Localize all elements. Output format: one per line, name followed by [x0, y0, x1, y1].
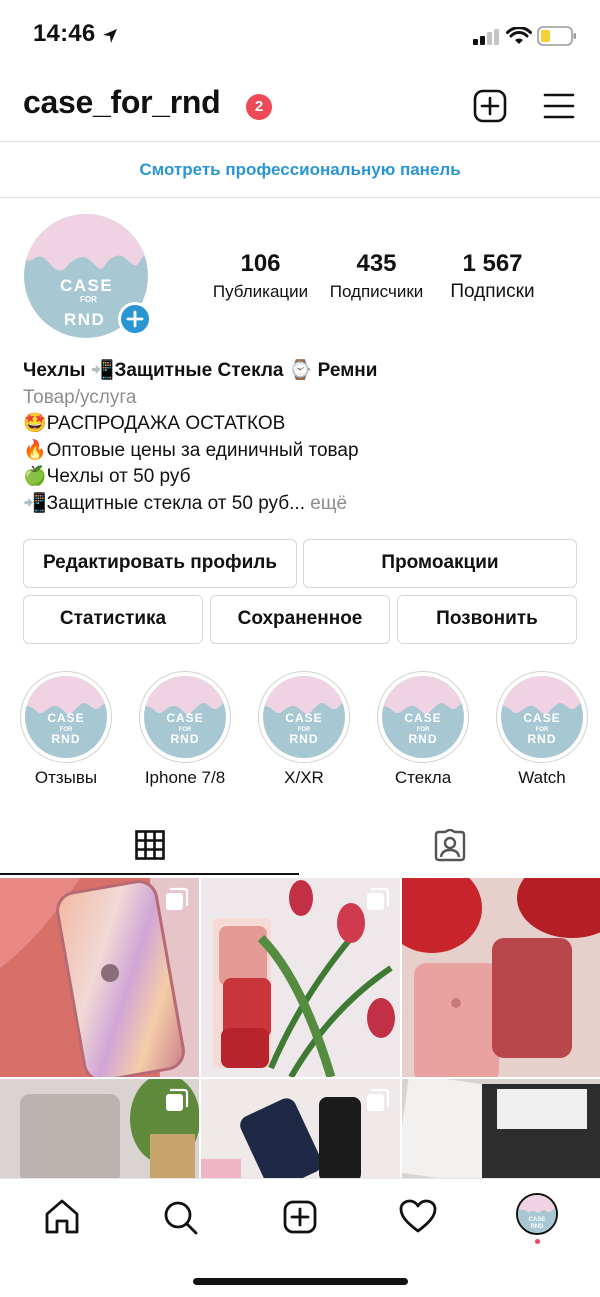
profile-notification-dot [535, 1239, 540, 1244]
highlight-ring: CASE FOR RND [20, 671, 112, 763]
svg-text:RND: RND [531, 1224, 545, 1230]
svg-text:RND: RND [409, 732, 438, 746]
svg-text:CASE: CASE [47, 711, 84, 725]
location-arrow-icon [103, 29, 117, 43]
menu-icon[interactable] [543, 92, 575, 120]
svg-text:RND: RND [171, 732, 200, 746]
bio-more-link[interactable]: ещё [305, 493, 347, 514]
professional-dashboard-link[interactable]: Смотреть профессиональную панель [0, 143, 600, 198]
avatar-text-case: CASE [60, 276, 114, 295]
profile-header: case_for_rnd 2 [0, 70, 600, 142]
grid-icon[interactable] [135, 830, 165, 860]
home-indicator[interactable] [193, 1278, 408, 1285]
highlight-cover: CASEFORRND [501, 676, 583, 758]
highlight-label: X/XR [284, 768, 324, 787]
stat-followers-value: 435 [356, 250, 397, 277]
bio-name: Чехлы 📲Защитные Стекла ⌚️ Ремни [23, 360, 378, 381]
avatar-text-rnd: RND [64, 310, 106, 329]
svg-text:CASE: CASE [529, 1217, 546, 1223]
highlight-reviews[interactable]: CASE FOR RND Отзывы [18, 671, 114, 788]
avatar-text-for: FOR [80, 295, 97, 304]
search-icon[interactable] [160, 1197, 200, 1237]
profile-tabs [0, 815, 600, 875]
notification-badge[interactable]: 2 [246, 94, 272, 120]
stat-following-label: Подписки [450, 281, 535, 302]
highlight-ring: CASE FOR RND [496, 671, 588, 763]
stat-followers-label: Подписчики [329, 282, 424, 301]
highlight-ring: CASE FOR RND [258, 671, 350, 763]
profile-bio: Чехлы 📲Защитные Стекла ⌚️ Ремни Товар/ус… [23, 358, 583, 517]
saved-button[interactable]: Сохраненное [210, 595, 390, 644]
highlight-label: Iphone 7/8 [144, 768, 226, 787]
bio-line: 🔥Оптовые цены за единичный товар [23, 439, 359, 461]
profile-avatar-icon[interactable]: CASE RND [516, 1193, 558, 1235]
bio-category: Товар/услуга [23, 386, 137, 408]
highlight-watch[interactable]: CASE FOR RND Watch [494, 671, 590, 788]
status-bar: 14:46 [0, 0, 600, 70]
svg-text:CASE: CASE [285, 711, 322, 725]
svg-text:RND: RND [528, 732, 557, 746]
carousel-icon [166, 887, 189, 910]
svg-text:CASE: CASE [523, 711, 560, 725]
plus-icon [126, 310, 144, 328]
highlight-label: Стекла [394, 768, 452, 787]
stat-followers[interactable]: 435 Подписчики [324, 250, 429, 302]
posts-grid [0, 878, 600, 1178]
post-tile[interactable] [402, 878, 600, 1077]
post-tile[interactable] [402, 1079, 600, 1178]
battery-low-icon [537, 26, 576, 46]
svg-text:CASE: CASE [404, 711, 441, 725]
edit-profile-button[interactable]: Редактировать профиль [23, 539, 297, 588]
username[interactable]: case_for_rnd [23, 84, 221, 121]
promotions-button[interactable]: Промоакции [303, 539, 577, 588]
stat-posts-label: Публикации [212, 282, 309, 301]
clock: 14:46 [33, 20, 96, 47]
highlight-ring: CASE FOR RND [377, 671, 469, 763]
add-story-button[interactable] [118, 302, 152, 336]
tagged-icon[interactable] [433, 829, 467, 863]
highlight-cover: CASEFORRND [25, 676, 107, 758]
post-image [402, 878, 600, 1077]
highlight-iphone-7-8[interactable]: CASE FOR RND Iphone 7/8 [137, 671, 233, 788]
profile-avatar-thumb: CASERND [518, 1195, 556, 1233]
profile-stats: 106 Публикации 435 Подписчики 1 567 Подп… [200, 250, 600, 310]
carousel-icon [367, 1088, 390, 1111]
signal-icon [473, 29, 499, 45]
call-button[interactable]: Позвонить [397, 595, 577, 644]
bio-line: 📲Защитные стекла от 50 руб... [23, 492, 305, 514]
activity-heart-icon[interactable] [398, 1197, 438, 1237]
svg-text:RND: RND [52, 732, 81, 746]
bio-line: 🍏Чехлы от 50 руб [23, 466, 191, 487]
post-image [402, 1079, 600, 1178]
highlight-glass[interactable]: CASE FOR RND Стекла [375, 671, 471, 788]
highlight-label: Отзывы [34, 768, 98, 787]
carousel-icon [367, 887, 390, 910]
svg-text:CASE: CASE [166, 711, 203, 725]
wifi-icon [506, 27, 532, 44]
highlight-cover: CASEFORRND [263, 676, 345, 758]
stat-posts[interactable]: 106 Публикации [208, 250, 313, 302]
stat-posts-value: 106 [240, 250, 281, 277]
stat-following-value: 1 567 [462, 250, 523, 277]
highlight-cover: CASEFORRND [144, 676, 226, 758]
new-post-icon[interactable] [473, 89, 507, 123]
highlight-cover: CASEFORRND [382, 676, 464, 758]
stat-following[interactable]: 1 567 Подписки [440, 250, 545, 303]
create-icon[interactable] [280, 1197, 320, 1237]
highlight-ring: CASE FOR RND [139, 671, 231, 763]
carousel-icon [166, 1088, 189, 1111]
highlight-x-xr[interactable]: CASE FOR RND X/XR [256, 671, 352, 788]
bio-line: 🤩РАСПРОДАЖА ОСТАТКОВ [23, 413, 286, 434]
home-icon[interactable] [42, 1197, 82, 1237]
active-tab-indicator [0, 873, 299, 875]
statistics-button[interactable]: Статистика [23, 595, 203, 644]
svg-text:RND: RND [290, 732, 319, 746]
highlight-label: Watch [518, 768, 566, 787]
